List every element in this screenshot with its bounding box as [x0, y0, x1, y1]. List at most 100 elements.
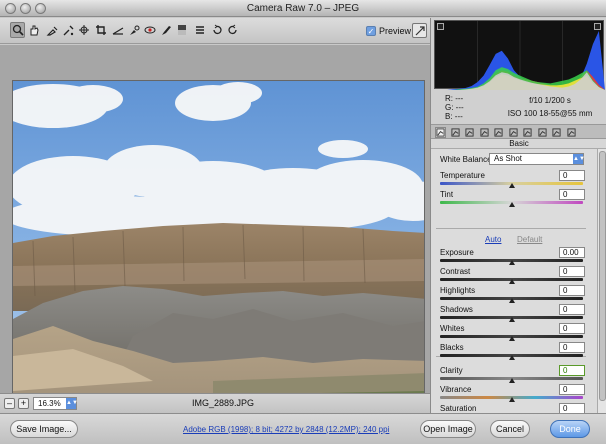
zoom-level-value: 16.3%	[38, 399, 61, 408]
lens-icon	[508, 128, 518, 137]
open-image-button[interactable]: Open Image	[420, 420, 476, 438]
rotate-right-tool[interactable]	[225, 22, 240, 38]
color-sampler-tool[interactable]	[60, 22, 75, 38]
slider-thumb[interactable]	[508, 355, 515, 360]
scrollbar-thumb[interactable]	[599, 151, 606, 401]
crop-tool[interactable]	[93, 22, 108, 38]
done-button[interactable]: Done	[550, 420, 590, 438]
fullscreen-button[interactable]	[412, 23, 427, 38]
rotate-left-tool[interactable]	[209, 22, 224, 38]
slider-label: Whites	[440, 324, 465, 333]
title-bar[interactable]: Camera Raw 7.0 – JPEG	[0, 0, 606, 17]
slider-value-input[interactable]: 0	[559, 384, 585, 395]
spot-removal-icon	[129, 25, 139, 35]
status-bar: – + 16.3% ▲▼ IMG_2889.JPG	[0, 393, 430, 413]
preferences-tool[interactable]	[192, 22, 207, 38]
slider-value-input[interactable]: 0	[559, 266, 585, 277]
panel-title: Basic	[431, 139, 606, 149]
targeted-adjustment-tool[interactable]	[76, 22, 91, 38]
slider-thumb[interactable]	[508, 202, 515, 207]
slider-value-input[interactable]: 0.00	[559, 247, 585, 258]
snapshots-icon	[566, 128, 576, 137]
slider-label: Shadows	[440, 305, 473, 314]
slider-value-input[interactable]: 0	[559, 189, 585, 200]
window-title: Camera Raw 7.0 – JPEG	[246, 3, 360, 14]
cancel-button[interactable]: Cancel	[490, 420, 530, 438]
rotate-left-icon	[212, 24, 222, 35]
chevron-updown-icon: ▲▼	[66, 398, 78, 409]
slider-thumb[interactable]	[508, 260, 515, 265]
slider-label: Exposure	[440, 248, 474, 257]
minimize-window-icon[interactable]	[20, 3, 31, 14]
histogram-graph	[435, 21, 605, 90]
zoom-in-button[interactable]: +	[18, 398, 29, 409]
slider-value-input[interactable]: 0	[559, 170, 585, 181]
zoom-window-icon[interactable]	[35, 3, 46, 14]
slider-thumb[interactable]	[508, 317, 515, 322]
tab-lens[interactable]	[508, 127, 519, 138]
camera-info: f/10 1/200 s ISO 100 18-55@55 mm	[500, 94, 600, 120]
tab-presets[interactable]	[551, 127, 562, 138]
red-eye-tool[interactable]	[142, 22, 157, 38]
auto-link[interactable]: Auto	[485, 235, 501, 244]
tab-snapshots[interactable]	[566, 127, 577, 138]
slider-value-input[interactable]: 0	[559, 285, 585, 296]
hand-icon	[30, 25, 39, 36]
tab-detail[interactable]	[464, 127, 475, 138]
straighten-tool[interactable]	[110, 22, 125, 38]
panel-scrollbar[interactable]	[597, 149, 606, 413]
slider-label: Contrast	[440, 267, 471, 276]
slider-thumb[interactable]	[508, 183, 515, 188]
spot-removal-tool[interactable]	[126, 22, 141, 38]
preview-label: Preview	[379, 26, 412, 36]
shadow-clipping-icon[interactable]	[437, 23, 444, 30]
preview-checkbox[interactable]: ✓	[366, 26, 376, 36]
red-eye-icon	[144, 26, 155, 34]
b-value: B: ---	[445, 112, 463, 121]
slider-label: Blacks	[440, 343, 464, 352]
photo-preview[interactable]	[12, 80, 425, 403]
workflow-options-link[interactable]: Adobe RGB (1998); 8 bit; 4272 by 2848 (1…	[183, 425, 389, 434]
presets-icon	[552, 128, 561, 137]
slider-value-input[interactable]: 0	[559, 365, 585, 376]
close-window-icon[interactable]	[5, 3, 16, 14]
highlight-clipping-icon[interactable]	[594, 23, 601, 30]
tab-split-toning[interactable]	[493, 127, 504, 138]
white-balance-tool[interactable]	[44, 22, 59, 38]
default-link[interactable]: Default	[517, 235, 542, 244]
save-image-button[interactable]: Save Image...	[10, 420, 78, 438]
slider-label: Vibrance	[440, 385, 472, 394]
white-balance-icon	[46, 26, 57, 36]
slider-thumb[interactable]	[508, 336, 515, 341]
tool-bar: ✓ Preview	[0, 18, 430, 44]
slider-value-input[interactable]: 0	[559, 323, 585, 334]
adjustment-brush-tool[interactable]	[158, 22, 173, 38]
adjustment-brush-icon	[161, 26, 171, 35]
tab-tone-curve[interactable]	[450, 127, 461, 138]
zoom-tool[interactable]	[10, 22, 25, 38]
hand-tool[interactable]	[26, 22, 41, 38]
white-balance-select[interactable]: As Shot ▲▼	[489, 153, 585, 165]
slider-thumb[interactable]	[508, 378, 515, 383]
camera-raw-window: Camera Raw 7.0 – JPEG ✓ Preview – + 16.3…	[0, 0, 606, 444]
zoom-out-button[interactable]: –	[4, 398, 15, 409]
graduated-filter-tool[interactable]	[174, 22, 189, 38]
basic-panel: White Balance: As Shot ▲▼ Auto Default T…	[431, 149, 597, 421]
slider-label: Clarity	[440, 366, 463, 375]
rotate-right-icon	[227, 24, 237, 35]
slider-value-input[interactable]: 0	[559, 342, 585, 353]
image-preview-area[interactable]	[0, 45, 430, 403]
slider-label: Saturation	[440, 404, 477, 413]
slider-thumb[interactable]	[508, 279, 515, 284]
zoom-level-select[interactable]: 16.3% ▲▼	[33, 397, 78, 410]
preview-toggle[interactable]: ✓ Preview	[366, 24, 411, 38]
slider-value-input[interactable]: 0	[559, 304, 585, 315]
slider-thumb[interactable]	[508, 298, 515, 303]
tab-camera-calibration[interactable]	[537, 127, 548, 138]
split-toning-icon	[494, 128, 503, 137]
tab-basic[interactable]	[435, 127, 446, 138]
tab-effects[interactable]	[522, 127, 533, 138]
tab-hsl[interactable]	[479, 127, 490, 138]
slider-thumb[interactable]	[508, 397, 515, 402]
histogram	[434, 20, 605, 90]
